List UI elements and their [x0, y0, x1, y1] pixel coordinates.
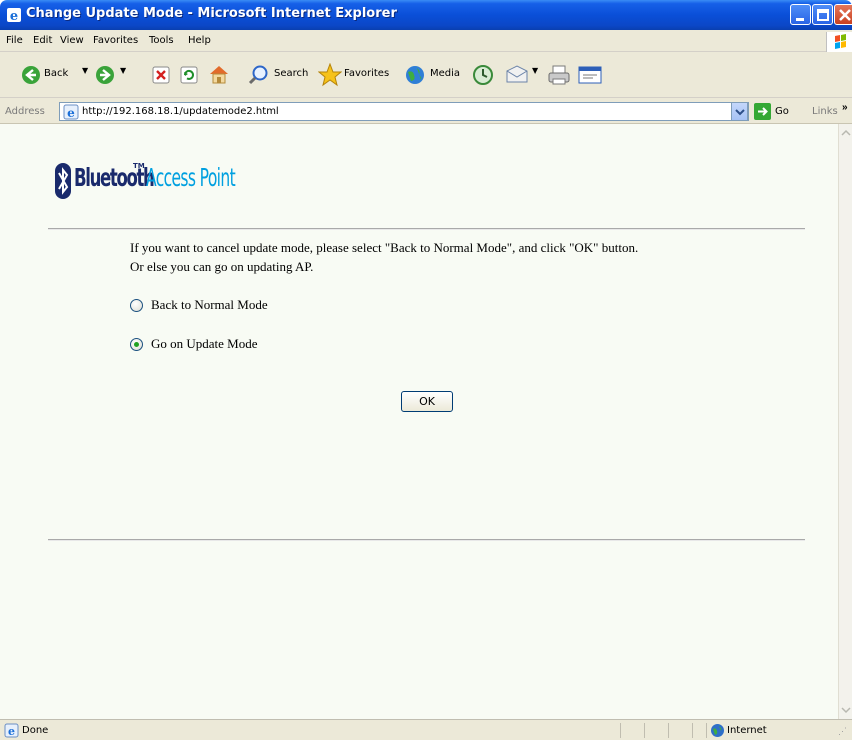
window-title: Change Update Mode - Microsoft Internet … [26, 6, 397, 21]
back-button[interactable]: Back ▼ [4, 52, 92, 98]
title-bar: e Change Update Mode - Microsoft Interne… [0, 0, 852, 30]
instruction-line-2: Or else you can go on updating AP. [130, 259, 314, 274]
address-dropdown-button[interactable] [731, 102, 748, 121]
search-label: Search [274, 68, 309, 79]
option-go-on-update[interactable]: Go on Update Mode [130, 336, 258, 352]
go-button[interactable]: Go [754, 103, 800, 120]
page-done-icon: e [4, 723, 19, 738]
refresh-icon [180, 66, 198, 84]
close-button[interactable] [834, 4, 852, 25]
menu-tools[interactable]: Tools [149, 35, 174, 46]
home-button[interactable] [204, 52, 232, 98]
media-globe-icon [406, 66, 424, 84]
edit-button[interactable] [576, 52, 604, 98]
minimize-icon [796, 18, 804, 21]
go-label: Go [775, 106, 789, 117]
stop-icon [152, 66, 170, 84]
search-button[interactable]: Search [246, 52, 310, 98]
stop-button[interactable] [148, 52, 174, 98]
maximize-button[interactable] [812, 4, 833, 25]
address-input[interactable]: e http://192.168.18.1/updatemode2.html [59, 102, 749, 121]
history-button[interactable] [470, 52, 496, 98]
ok-button[interactable]: OK [401, 391, 453, 412]
media-button[interactable]: Media [402, 52, 462, 98]
maximize-icon [817, 9, 829, 21]
page-icon: e [63, 104, 79, 120]
address-bar: Address e http://192.168.18.1/updatemode… [0, 98, 852, 124]
back-dropdown-icon[interactable]: ▼ [82, 66, 88, 75]
status-divider [706, 723, 707, 738]
menu-bar: File Edit View Favorites Tools Help [0, 30, 852, 52]
close-icon [839, 9, 851, 21]
menu-help[interactable]: Help [188, 35, 211, 46]
page-content: Bluetooth TM Access Point If you want to… [0, 124, 838, 719]
scroll-up-icon[interactable] [839, 126, 852, 140]
chevron-right-icon[interactable]: » [842, 102, 848, 113]
address-label: Address [5, 106, 45, 117]
search-icon [248, 65, 268, 85]
resize-grip-icon[interactable]: ⋰ [838, 726, 847, 737]
history-icon [473, 65, 493, 85]
status-divider [620, 723, 621, 738]
favorites-star-icon [318, 63, 342, 87]
scroll-down-icon[interactable] [839, 703, 852, 717]
mail-icon [506, 65, 528, 83]
svg-text:e: e [67, 106, 75, 120]
radio-back-to-normal[interactable] [130, 298, 143, 312]
back-arrow-icon [22, 66, 40, 84]
toolbar: Back ▼ ▼ Search Favorites Media ▼ [0, 52, 852, 98]
ie-icon: e [7, 8, 21, 23]
menu-view[interactable]: View [60, 35, 84, 46]
internet-globe-icon [711, 724, 724, 737]
favorites-button[interactable]: Favorites [318, 52, 396, 98]
windows-logo-icon [826, 32, 852, 52]
forward-dropdown-icon[interactable]: ▼ [120, 66, 126, 75]
links-label[interactable]: Links [812, 106, 838, 117]
favorites-label: Favorites [344, 68, 390, 79]
svg-text:e: e [8, 725, 15, 738]
home-icon [210, 66, 228, 84]
mail-dropdown-icon[interactable]: ▼ [532, 66, 538, 75]
print-button[interactable] [546, 52, 572, 98]
mail-button[interactable]: ▼ [504, 52, 544, 98]
media-label: Media [430, 68, 461, 79]
forward-button[interactable]: ▼ [92, 52, 130, 98]
go-arrow-icon [754, 103, 771, 120]
logo-trademark: TM [133, 162, 145, 170]
radio-go-on-update[interactable] [130, 337, 143, 351]
status-text: Done [22, 725, 49, 736]
print-icon [548, 65, 570, 85]
option-label: Go on Update Mode [151, 336, 258, 351]
forward-arrow-icon [96, 66, 114, 84]
svg-text:e: e [10, 9, 18, 23]
option-label: Back to Normal Mode [151, 297, 268, 312]
zone-text: Internet [727, 725, 767, 736]
bluetooth-icon [55, 163, 71, 199]
status-divider [692, 723, 693, 738]
refresh-button[interactable] [176, 52, 202, 98]
status-divider [644, 723, 645, 738]
divider-bottom [48, 539, 805, 541]
minimize-button[interactable] [790, 4, 811, 25]
address-url: http://192.168.18.1/updatemode2.html [82, 106, 279, 117]
menu-edit[interactable]: Edit [33, 35, 52, 46]
logo-product: Access Point [146, 163, 236, 192]
status-divider [668, 723, 669, 738]
menu-file[interactable]: File [6, 35, 23, 46]
vertical-scrollbar[interactable] [838, 124, 852, 719]
chevron-down-icon [735, 109, 745, 116]
instruction-line-1: If you want to cancel update mode, pleas… [130, 240, 639, 255]
divider-top [48, 228, 805, 230]
menu-favorites[interactable]: Favorites [93, 35, 138, 46]
back-label: Back [44, 68, 69, 79]
status-bar: e Done Internet ⋰ [0, 719, 852, 740]
edit-page-icon [578, 66, 602, 84]
option-back-to-normal[interactable]: Back to Normal Mode [130, 297, 268, 313]
